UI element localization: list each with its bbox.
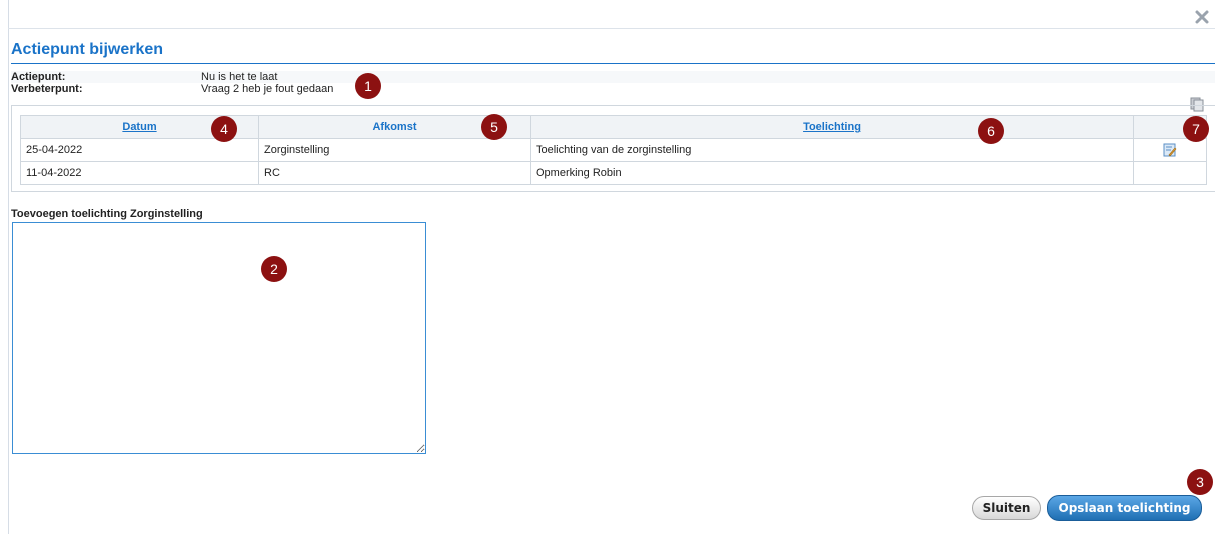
- column-header-toelichting-label[interactable]: Toelichting: [803, 121, 861, 133]
- annotation-marker-6: 6: [978, 118, 1004, 144]
- save-toelichting-button[interactable]: Opslaan toelichting: [1047, 495, 1202, 521]
- annotation-marker-3: 3: [1187, 469, 1213, 495]
- annotation-marker-5: 5: [481, 114, 507, 140]
- cell-toelichting: Opmerking Robin: [530, 161, 1134, 185]
- toelichting-textarea[interactable]: [12, 222, 426, 454]
- column-header-afkomst-label: Afkomst: [372, 121, 417, 133]
- table-row: 11-04-2022 RC Opmerking Robin: [20, 161, 1207, 185]
- title-divider: [11, 63, 1215, 64]
- dialog-title: Actiepunt bijwerken: [11, 41, 164, 58]
- edit-icon[interactable]: [1163, 143, 1177, 157]
- annotation-marker-2: 2: [261, 256, 287, 282]
- cell-actions: [1133, 161, 1207, 185]
- close-button[interactable]: Sluiten: [972, 496, 1041, 520]
- left-border: [8, 0, 9, 534]
- table-row: 25-04-2022 Zorginstelling Toelichting va…: [20, 138, 1207, 162]
- verbeterpunt-value: Vraag 2 heb je fout gedaan: [201, 83, 334, 95]
- cell-datum: 11-04-2022: [20, 161, 259, 185]
- info-row-verbeterpunt: Verbeterpunt: Vraag 2 heb je fout gedaan: [11, 83, 1215, 95]
- cell-toelichting: Toelichting van de zorginstelling: [530, 138, 1134, 162]
- toelichting-input-label: Toevoegen toelichting Zorginstelling: [11, 208, 203, 220]
- annotation-marker-1: 1: [355, 73, 381, 99]
- toelichting-table: Datum Afkomst Toelichting 25-04-2022 Zor…: [20, 115, 1207, 185]
- cell-afkomst: RC: [258, 161, 531, 185]
- column-header-toelichting[interactable]: Toelichting: [530, 115, 1134, 139]
- info-row-actiepunt: Actiepunt: Nu is het te laat: [11, 71, 1215, 83]
- info-section: Actiepunt: Nu is het te laat Verbeterpun…: [11, 71, 1215, 95]
- close-icon[interactable]: [1193, 8, 1211, 26]
- actiepunt-value: Nu is het te laat: [201, 71, 278, 83]
- column-header-datum-label[interactable]: Datum: [122, 121, 156, 133]
- annotation-marker-4: 4: [211, 116, 237, 142]
- verbeterpunt-label: Verbeterpunt:: [11, 83, 83, 95]
- toelichting-table-box: Datum Afkomst Toelichting 25-04-2022 Zor…: [11, 105, 1215, 192]
- table-header-row: Datum Afkomst Toelichting: [20, 115, 1207, 139]
- annotation-marker-7: 7: [1183, 116, 1209, 142]
- top-divider: [8, 28, 1215, 29]
- cell-afkomst: Zorginstelling: [258, 138, 531, 162]
- actiepunt-label: Actiepunt:: [11, 71, 66, 83]
